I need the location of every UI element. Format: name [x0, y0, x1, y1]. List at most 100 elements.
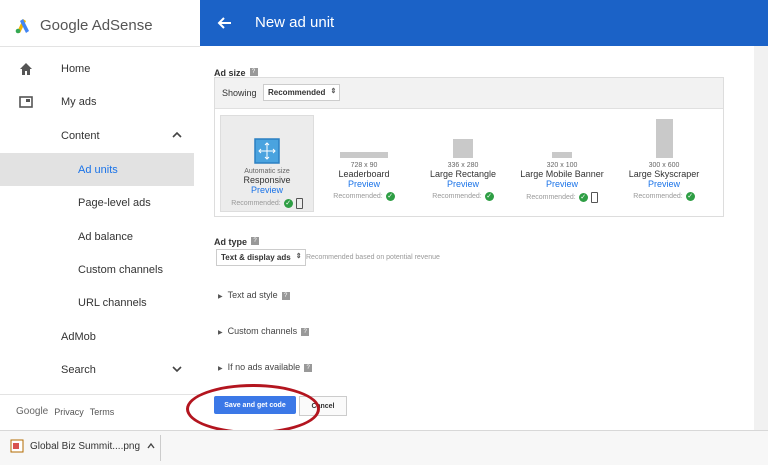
help-icon[interactable]: ?: [301, 327, 310, 336]
sidebar-divider: [0, 394, 200, 395]
help-icon[interactable]: ?: [304, 363, 313, 372]
recommended-label: Recommended:: [432, 193, 482, 200]
sidebar-item-ad-units[interactable]: Ad units: [0, 153, 194, 186]
ad-type-select[interactable]: Text & display ads ⇕: [216, 249, 306, 266]
showing-select[interactable]: Recommended ⇕: [263, 84, 341, 101]
responsive-size-icon: [254, 138, 280, 164]
help-icon[interactable]: ?: [251, 236, 260, 245]
leaderboard-shape: [340, 152, 388, 158]
chevron-up-icon[interactable]: [171, 129, 183, 141]
recommended-label: Recommended:: [231, 200, 281, 207]
brand-name: Google AdSense: [40, 16, 153, 34]
ad-size-dims: Automatic size: [244, 168, 290, 175]
sidebar-item-label: Ad units: [78, 163, 118, 176]
download-item[interactable]: Global Biz Summit....png: [10, 439, 156, 453]
preview-link[interactable]: Preview: [318, 179, 410, 189]
download-separator: [160, 435, 161, 461]
sidebar-divider: [0, 46, 200, 47]
if-no-ads-toggle[interactable]: ▶ If no ads available?: [218, 362, 313, 372]
ad-size-filter-bar: Showing Recommended ⇕: [215, 78, 723, 109]
sidebar-item-label: Home: [61, 62, 91, 75]
chevron-up-icon[interactable]: [146, 441, 156, 451]
ad-size-name: Large Skyscraper: [628, 169, 700, 179]
check-circle-icon: ✓: [484, 192, 494, 201]
ad-size-dims: 728 x 90: [350, 162, 378, 169]
select-arrows-icon: ⇕: [330, 88, 337, 95]
custom-channels-toggle[interactable]: ▶ Custom channels?: [218, 326, 310, 336]
ad-size-name: Responsive: [243, 175, 291, 185]
ad-type-select-value: Text & display ads: [221, 253, 291, 262]
sidebar-item-label: Page-level ads: [78, 196, 151, 209]
preview-link[interactable]: Preview: [417, 179, 509, 189]
app-header: New ad unit: [200, 0, 768, 46]
ad-size-dims: 336 x 280: [447, 162, 479, 169]
large-rectangle-shape: [453, 139, 473, 158]
recommended-row: Recommended: ✓: [221, 198, 313, 209]
sidebar-item-home[interactable]: Home: [0, 52, 200, 85]
large-mobile-banner-shape: [552, 152, 572, 158]
recommended-row: Recommended: ✓: [318, 192, 410, 201]
recommended-row: Recommended: ✓: [417, 192, 509, 201]
home-icon: [20, 63, 32, 75]
check-circle-icon: ✓: [685, 192, 695, 201]
image-file-icon: [10, 439, 24, 453]
adsense-logo-icon: [15, 19, 29, 34]
text-ad-style-label: Text ad style: [227, 290, 278, 300]
back-arrow-icon[interactable]: [216, 14, 234, 32]
expand-triangle-icon: ▶: [218, 294, 223, 300]
download-bar: Global Biz Summit....png: [0, 430, 768, 465]
preview-link[interactable]: Preview: [516, 179, 608, 189]
sidebar-item-my-ads[interactable]: My ads: [0, 85, 200, 118]
showing-label: Showing: [222, 88, 257, 98]
if-no-ads-label: If no ads available: [227, 362, 301, 372]
text-ad-style-toggle[interactable]: ▶ Text ad style?: [218, 290, 290, 300]
sidebar-item-ad-balance[interactable]: Ad balance: [0, 220, 200, 253]
ad-size-card-responsive[interactable]: Automatic size Responsive Preview Recomm…: [220, 115, 314, 212]
privacy-link[interactable]: Privacy: [54, 407, 84, 417]
recommended-label: Recommended:: [333, 193, 383, 200]
ad-size-dims: 300 x 600: [648, 162, 680, 169]
sidebar-item-label: Ad balance: [78, 230, 134, 243]
ad-size-name: Leaderboard: [338, 169, 390, 179]
my-ads-icon: [19, 96, 33, 108]
sidebar-item-search[interactable]: Search: [0, 353, 200, 386]
main-content: Ad size? Showing Recommended ⇕ Automatic…: [186, 46, 754, 434]
large-skyscraper-shape: [656, 119, 673, 158]
google-footer-logo: Google: [16, 406, 49, 417]
sidebar-item-page-level-ads[interactable]: Page-level ads: [0, 186, 200, 219]
adsense-logo[interactable]: Google AdSense: [14, 12, 153, 38]
sidebar-item-custom-channels[interactable]: Custom channels: [0, 253, 200, 286]
recommended-row: Recommended: ✓: [516, 192, 608, 203]
chevron-down-icon[interactable]: [171, 363, 183, 375]
ad-size-card-large-rectangle[interactable]: 336 x 280 Large Rectangle Preview Recomm…: [417, 115, 509, 210]
sidebar-footer: Google Privacy Terms: [16, 406, 114, 417]
help-icon[interactable]: ?: [281, 291, 290, 300]
ad-type-label: Ad type: [214, 237, 248, 247]
sidebar-item-url-channels[interactable]: URL channels: [0, 286, 200, 319]
ad-size-name: Large Mobile Banner: [520, 169, 604, 179]
preview-link[interactable]: Preview: [221, 185, 313, 195]
ad-size-card-leaderboard[interactable]: 728 x 90 Leaderboard Preview Recommended…: [318, 115, 410, 210]
ad-size-card-large-skyscraper[interactable]: 300 x 600 Large Skyscraper Preview Recom…: [618, 115, 710, 210]
ad-type-section-header: Ad type?: [214, 232, 260, 250]
ad-size-panel: Showing Recommended ⇕ Automatic size Res…: [214, 77, 724, 217]
annotation-circle: [186, 384, 320, 434]
page-title: New ad unit: [255, 14, 335, 31]
mobile-icon: [590, 192, 598, 203]
ad-size-card-large-mobile-banner[interactable]: 320 x 100 Large Mobile Banner Preview Re…: [516, 115, 608, 210]
terms-link[interactable]: Terms: [90, 407, 115, 417]
sidebar-item-label: AdMob: [61, 330, 96, 343]
recommended-label: Recommended:: [633, 193, 683, 200]
sidebar-item-label: Search: [61, 363, 96, 376]
recommended-label: Recommended:: [526, 194, 576, 201]
sidebar-item-admob[interactable]: AdMob: [0, 320, 200, 353]
check-circle-icon: ✓: [283, 199, 293, 208]
showing-select-value: Recommended: [268, 88, 326, 97]
sidebar-item-content[interactable]: Content: [0, 119, 200, 152]
ad-type-hint: Recommended based on potential revenue: [306, 254, 440, 261]
preview-link[interactable]: Preview: [618, 179, 710, 189]
custom-channels-label: Custom channels: [227, 326, 298, 336]
check-circle-icon: ✓: [578, 193, 588, 202]
help-icon[interactable]: ?: [249, 67, 258, 76]
mobile-icon: [295, 198, 303, 209]
